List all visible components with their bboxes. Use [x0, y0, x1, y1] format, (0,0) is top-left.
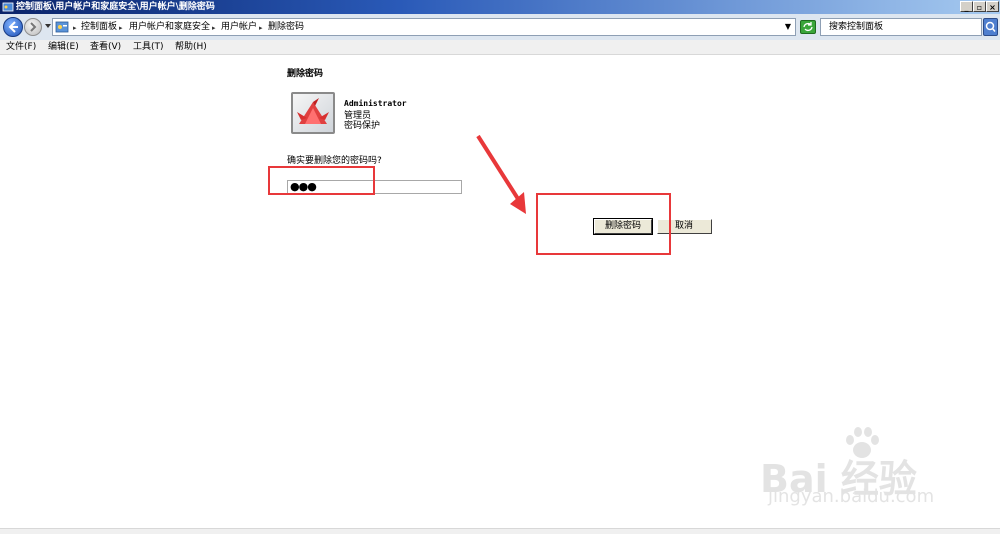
- address-dropdown-icon[interactable]: ▼: [785, 22, 791, 31]
- confirm-question: 确实要删除您的密码吗?: [287, 156, 382, 166]
- page-title: 删除密码: [287, 69, 324, 79]
- maximize-button[interactable]: ▫: [973, 1, 986, 12]
- breadcrumb-separator[interactable]: ▸: [119, 22, 123, 34]
- refresh-button[interactable]: [800, 20, 816, 34]
- window-title: 控制面板\用户帐户和家庭安全\用户帐户\删除密码: [16, 2, 215, 12]
- annotation-box-button: [536, 193, 671, 255]
- forward-arrow-icon: [30, 22, 37, 32]
- watermark-url: jingyan.baidu.com: [768, 486, 935, 507]
- breadcrumb-separator[interactable]: ▸: [212, 22, 216, 34]
- account-name: Administrator: [344, 99, 407, 108]
- menu-file[interactable]: 文件(F): [6, 41, 36, 53]
- menu-tools[interactable]: 工具(T): [133, 41, 164, 53]
- forward-button[interactable]: [24, 18, 42, 36]
- menu-bar: 文件(F) 编辑(E) 查看(V) 工具(T) 帮助(H): [0, 40, 1000, 55]
- menu-edit[interactable]: 编辑(E): [48, 41, 79, 53]
- control-panel-icon: [2, 2, 14, 12]
- control-panel-icon: [55, 21, 69, 33]
- title-bar: 控制面板\用户帐户和家庭安全\用户帐户\删除密码 _ ▫ ×: [0, 0, 1000, 14]
- search-icon: [985, 21, 996, 32]
- minimize-button[interactable]: _: [960, 1, 973, 12]
- menu-view[interactable]: 查看(V): [90, 41, 121, 53]
- address-row: ▸ 控制面板 ▸ 用户帐户和家庭安全 ▸ 用户帐户 ▸ 删除密码 ▼ 搜索控制面…: [0, 14, 1000, 41]
- breadcrumb-separator[interactable]: ▸: [259, 22, 263, 34]
- back-arrow-icon: [8, 21, 18, 33]
- status-bar: [0, 528, 1000, 534]
- breadcrumb-remove-password[interactable]: 删除密码: [268, 21, 304, 33]
- search-placeholder: 搜索控制面板: [829, 22, 884, 32]
- recent-pages-dropdown-icon[interactable]: [44, 22, 52, 30]
- close-button[interactable]: ×: [986, 1, 999, 12]
- breadcrumb-control-panel[interactable]: 控制面板: [81, 21, 117, 33]
- annotation-box-password: [268, 166, 375, 195]
- paper-crane-icon: [297, 98, 329, 124]
- breadcrumb-user-accounts-family[interactable]: 用户帐户和家庭安全: [129, 21, 210, 33]
- account-status: 密码保护: [344, 121, 381, 131]
- search-button[interactable]: [983, 18, 998, 36]
- address-bar[interactable]: ▸ 控制面板 ▸ 用户帐户和家庭安全 ▸ 用户帐户 ▸ 删除密码 ▼: [52, 18, 796, 36]
- breadcrumb-separator: ▸: [73, 24, 77, 32]
- back-button[interactable]: [3, 17, 23, 37]
- refresh-icon: [803, 22, 813, 32]
- breadcrumb-user-accounts[interactable]: 用户帐户: [221, 21, 257, 33]
- menu-help[interactable]: 帮助(H): [175, 41, 207, 53]
- baidu-watermark: Bai 经验 jingyan.baidu.com: [760, 420, 1000, 510]
- annotation-arrow: [476, 134, 526, 214]
- avatar: [291, 92, 335, 134]
- search-input[interactable]: 搜索控制面板: [820, 18, 982, 36]
